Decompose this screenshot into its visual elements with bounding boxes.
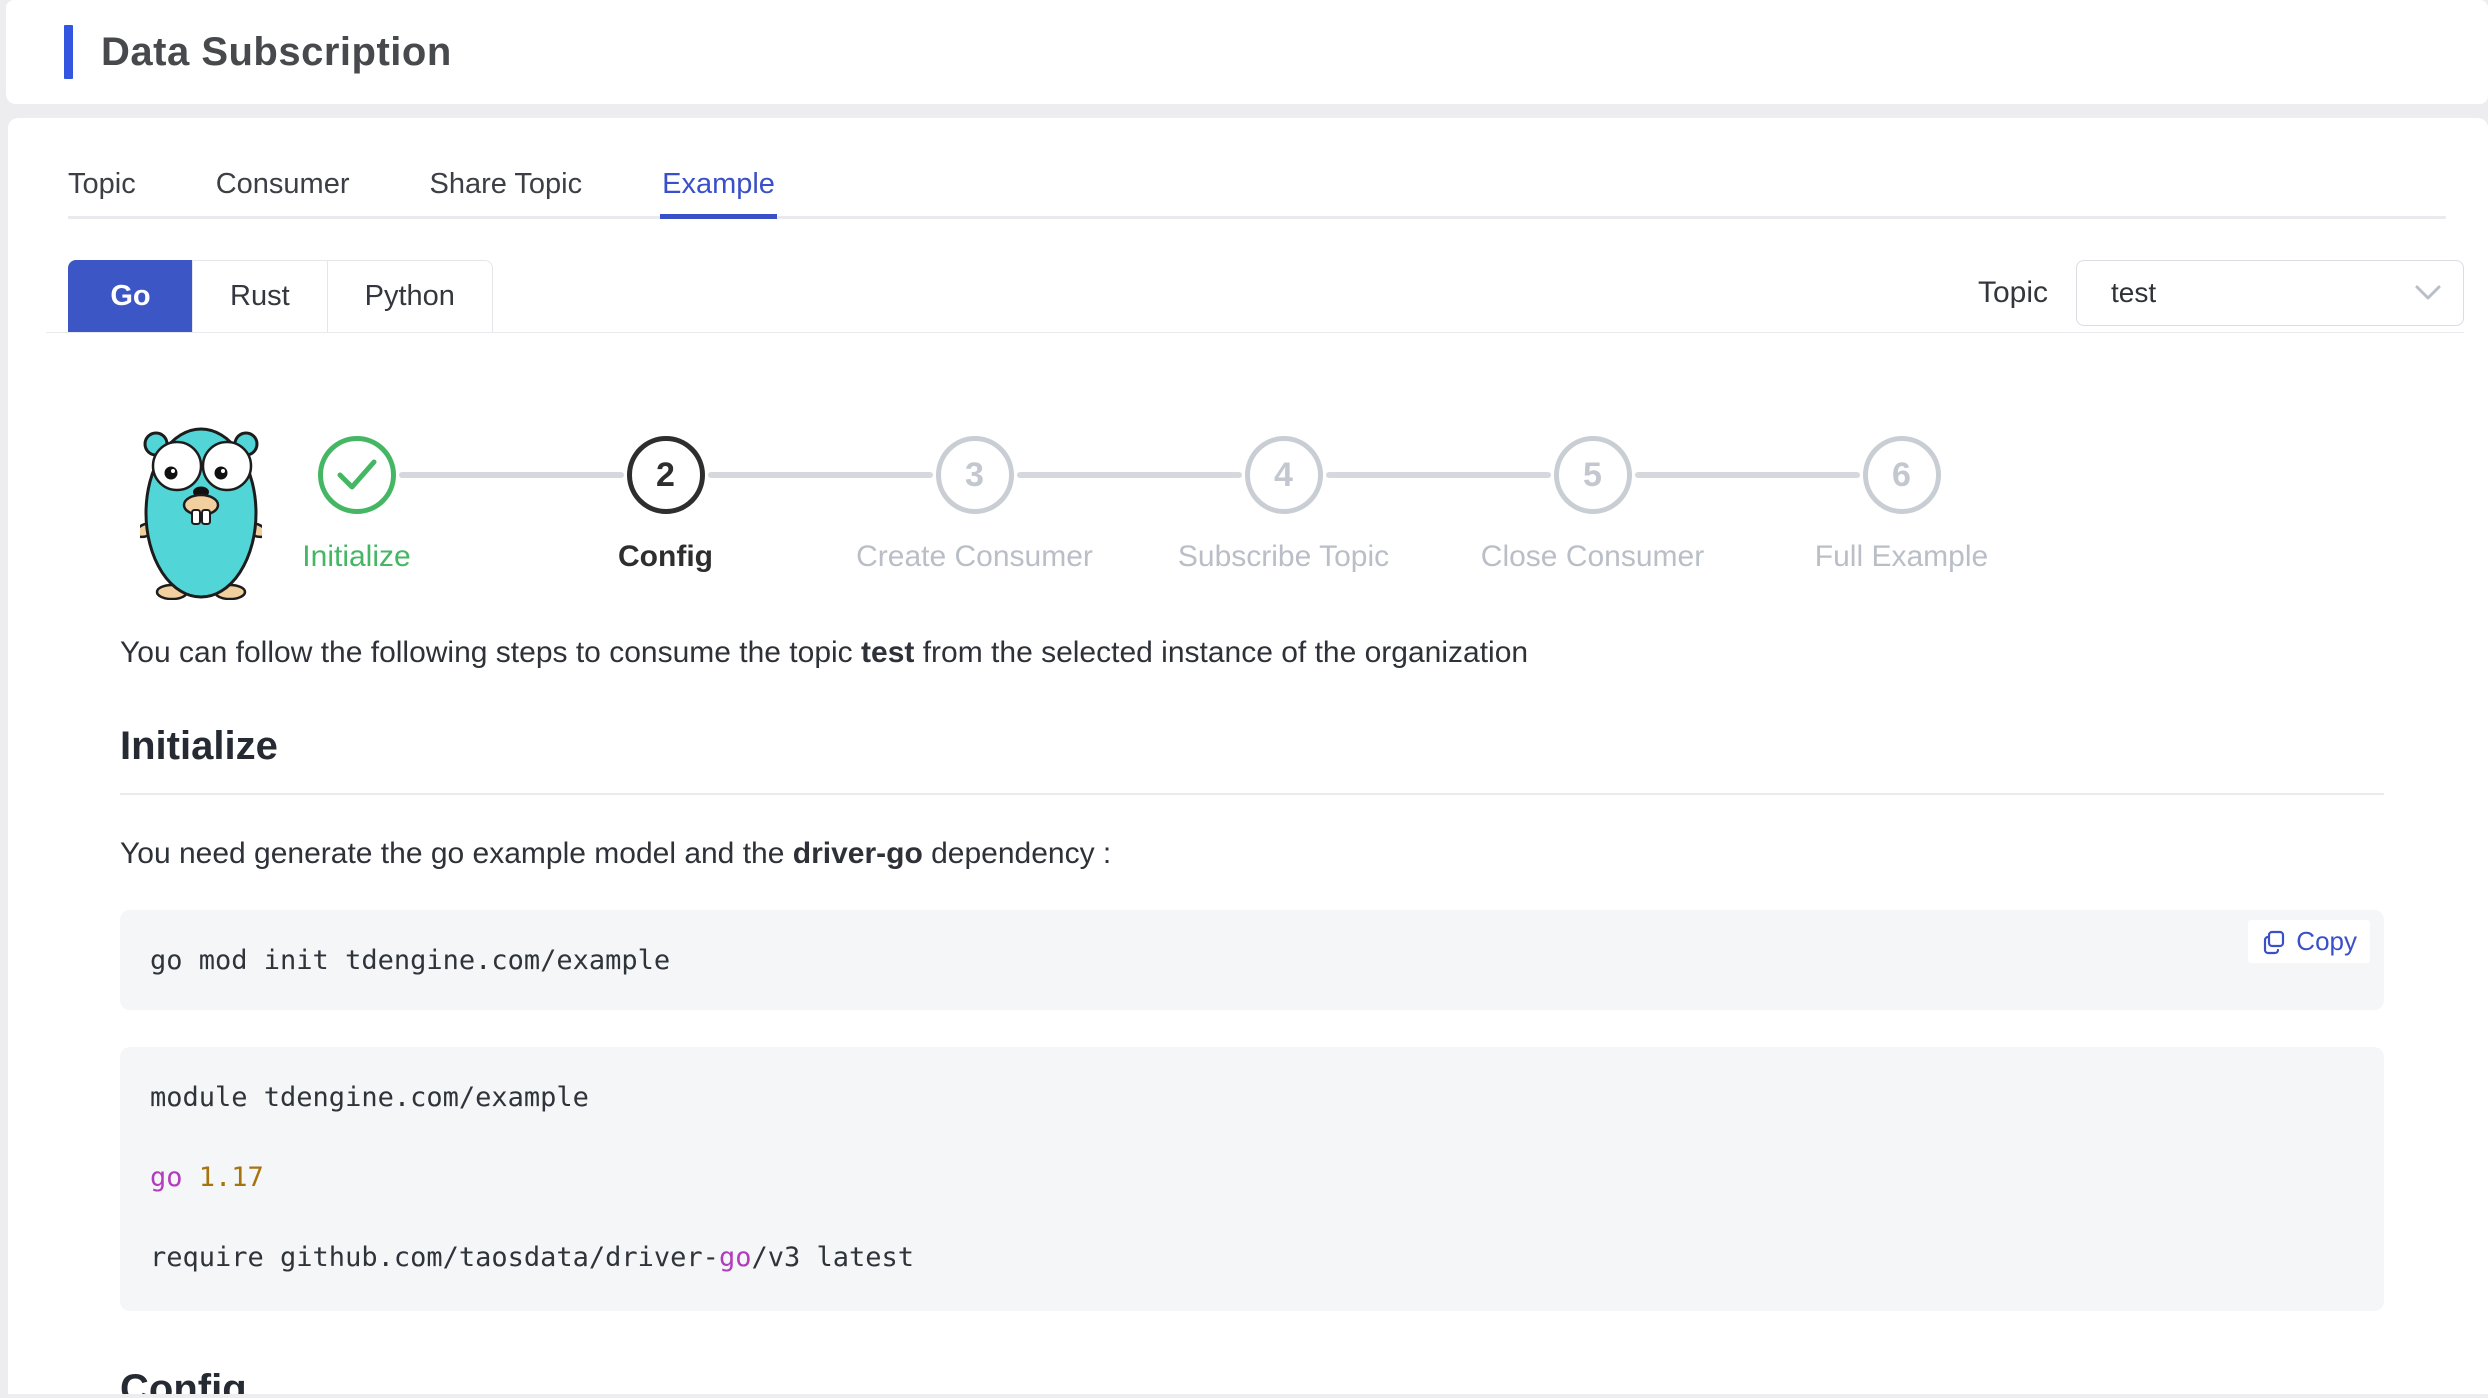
step-circle: 6 [1863, 436, 1941, 514]
topic-select[interactable]: test [2076, 260, 2464, 326]
step-label: Subscribe Topic [1178, 540, 1389, 574]
language-button-go[interactable]: Go [68, 260, 193, 332]
intro-before: You can follow the following steps to co… [120, 636, 861, 669]
copy-button[interactable]: Copy [2248, 920, 2370, 963]
language-switcher: Go Rust Python [68, 260, 493, 332]
stepper: Initialize 2 Config 3 Create Consumer [120, 420, 2384, 600]
step-label: Full Example [1815, 540, 1988, 574]
initialize-description: You need generate the go example model a… [120, 837, 2384, 871]
code-text: require github.com/taosdata/driver- [150, 1242, 719, 1273]
step-list: Initialize 2 Config 3 Create Consumer [202, 436, 2056, 574]
code-line: go 1.17 [150, 1164, 2354, 1191]
language-button-rust[interactable]: Rust [192, 260, 328, 332]
copy-button-label: Copy [2296, 926, 2357, 957]
topic-select-label: Topic [1978, 276, 2048, 310]
tab-topic[interactable]: Topic [68, 168, 136, 216]
tab-example[interactable]: Example [662, 168, 775, 216]
section-heading-config: Config [120, 1367, 2384, 1394]
desc-after: dependency : [923, 837, 1111, 870]
step-config: 2 Config [511, 436, 820, 574]
intro-topic-name: test [861, 636, 914, 669]
section-heading-initialize: Initialize [120, 724, 2384, 795]
toolbar: Go Rust Python Topic test [46, 260, 2464, 333]
intro-text: You can follow the following steps to co… [120, 636, 2384, 670]
chevron-down-icon [2415, 285, 2441, 301]
example-article: Initialize 2 Config 3 Create Consumer [8, 420, 2488, 1394]
step-create-consumer: 3 Create Consumer [820, 436, 1129, 574]
code-keyword: go [719, 1242, 752, 1273]
step-subscribe-topic: 4 Subscribe Topic [1129, 436, 1438, 574]
desc-before: You need generate the go example model a… [120, 837, 793, 870]
intro-after: from the selected instance of the organi… [914, 636, 1528, 669]
code-keyword: go [150, 1162, 183, 1193]
code-line: require github.com/taosdata/driver-go/v3… [150, 1244, 2354, 1271]
tab-consumer[interactable]: Consumer [216, 168, 350, 216]
tab-share-topic[interactable]: Share Topic [429, 168, 582, 216]
code-number: 1.17 [183, 1162, 264, 1193]
tab-bar: Topic Consumer Share Topic Example [68, 118, 2446, 219]
step-initialize: Initialize [202, 436, 511, 574]
topic-select-value: test [2111, 277, 2156, 309]
code-text: module tdengine.com/example [150, 1082, 589, 1113]
language-button-python[interactable]: Python [327, 260, 493, 332]
check-icon [336, 458, 378, 492]
step-label: Initialize [302, 540, 410, 574]
step-circle [318, 436, 396, 514]
step-label: Close Consumer [1481, 540, 1704, 574]
step-circle: 5 [1554, 436, 1632, 514]
content-panel: Topic Consumer Share Topic Example Go Ru… [8, 118, 2488, 1394]
page-header: Data Subscription [6, 0, 2488, 104]
step-close-consumer: 5 Close Consumer [1438, 436, 1747, 574]
step-circle: 3 [936, 436, 1014, 514]
step-label: Create Consumer [856, 540, 1093, 574]
code-block-go-mod-file: module tdengine.com/example go 1.17 requ… [120, 1047, 2384, 1311]
desc-dependency-name: driver-go [793, 837, 923, 870]
page-title: Data Subscription [101, 30, 452, 75]
title-accent-bar [64, 25, 73, 79]
code-line: module tdengine.com/example [150, 1084, 2354, 1111]
topic-select-group: Topic test [1978, 260, 2464, 326]
step-circle: 2 [627, 436, 705, 514]
step-circle: 4 [1245, 436, 1323, 514]
code-block-go-mod-init: go mod init tdengine.com/example Copy [120, 910, 2384, 1010]
step-full-example: 6 Full Example [1747, 436, 2056, 574]
copy-icon [2261, 929, 2287, 955]
code-text: /v3 latest [751, 1242, 914, 1273]
step-label: Config [618, 540, 713, 574]
code-line: go mod init tdengine.com/example [150, 947, 2354, 974]
